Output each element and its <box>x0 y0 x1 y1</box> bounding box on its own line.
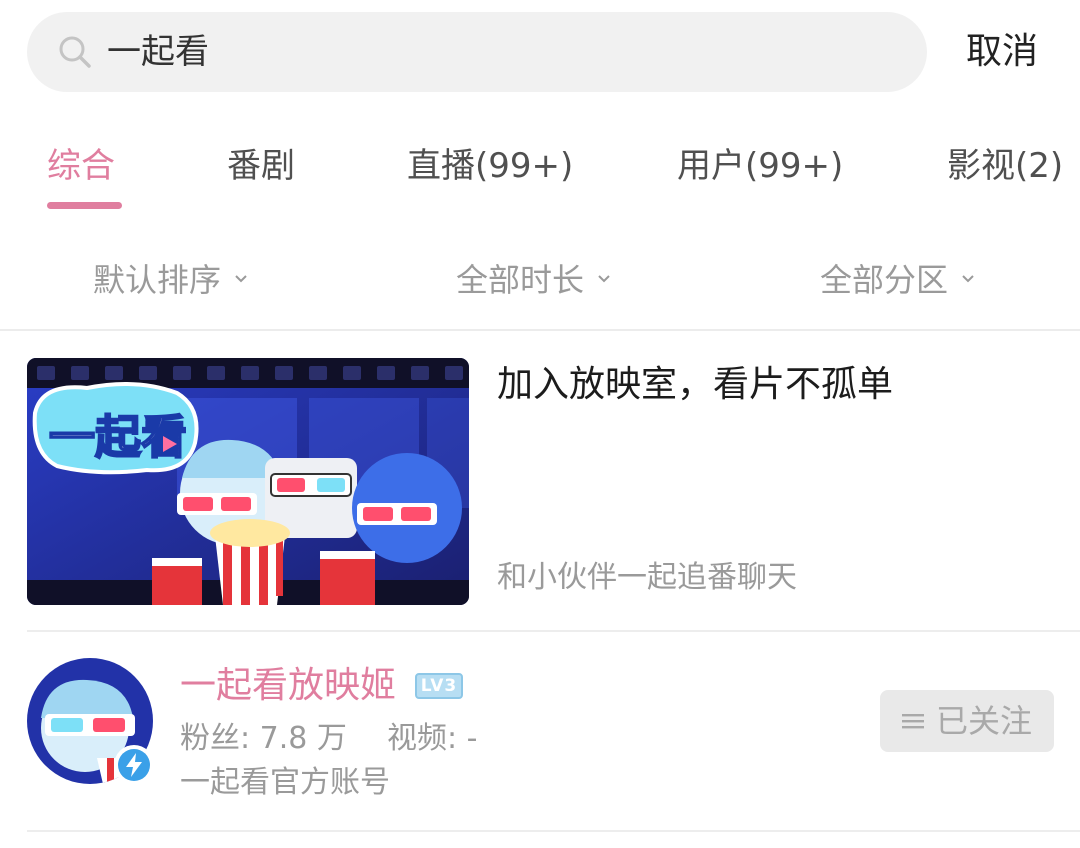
followed-button-label: 已关注 <box>935 702 1032 740</box>
search-bar[interactable]: 一起看 <box>27 12 927 92</box>
duration-filter-label: 全部时长 <box>456 261 585 299</box>
sort-filter[interactable]: 默认排序 <box>93 254 249 306</box>
card-subtitle: 和小伙伴一起追番聊天 <box>497 560 797 595</box>
tab-users[interactable]: 用户(99+) <box>677 138 843 198</box>
tab-live[interactable]: 直播(99+) <box>407 138 573 198</box>
sort-filter-label: 默认排序 <box>93 261 222 299</box>
search-icon <box>59 36 91 68</box>
tab-anime[interactable]: 番剧 <box>227 138 295 198</box>
cancel-button[interactable]: 取消 <box>966 12 1038 92</box>
zone-filter[interactable]: 全部分区 <box>820 254 976 306</box>
active-tab-indicator <box>47 202 122 209</box>
lightning-icon <box>118 749 150 781</box>
filter-divider <box>0 329 1080 331</box>
videos-count: 视频: - <box>387 721 478 756</box>
level-badge: LV3 <box>415 673 463 699</box>
menu-icon <box>901 714 924 729</box>
user-divider <box>27 830 1080 832</box>
cinema-illustration: 一起看 <box>27 358 469 605</box>
user-name[interactable]: 一起看放映姬 <box>180 660 396 712</box>
card-title[interactable]: 加入放映室，看片不孤单 <box>497 360 893 410</box>
verified-badge <box>114 745 154 785</box>
thumbnail-logo-text: 一起看 <box>49 410 187 464</box>
tab-movies[interactable]: 影视(2) <box>947 138 1063 198</box>
followed-button[interactable]: 已关注 <box>880 690 1054 752</box>
tab-comprehensive[interactable]: 综合 <box>47 138 115 198</box>
card-divider <box>27 630 1080 632</box>
chevron-down-icon <box>962 275 974 283</box>
fans-count: 粉丝: 7.8 万 <box>180 721 347 756</box>
watch-party-thumbnail[interactable]: 一起看 <box>27 358 469 605</box>
user-description: 一起看官方账号 <box>180 765 390 800</box>
chevron-down-icon <box>598 275 610 283</box>
duration-filter[interactable]: 全部时长 <box>456 254 612 306</box>
zone-filter-label: 全部分区 <box>820 261 949 299</box>
chevron-down-icon <box>235 275 247 283</box>
search-input[interactable]: 一起看 <box>107 12 209 92</box>
